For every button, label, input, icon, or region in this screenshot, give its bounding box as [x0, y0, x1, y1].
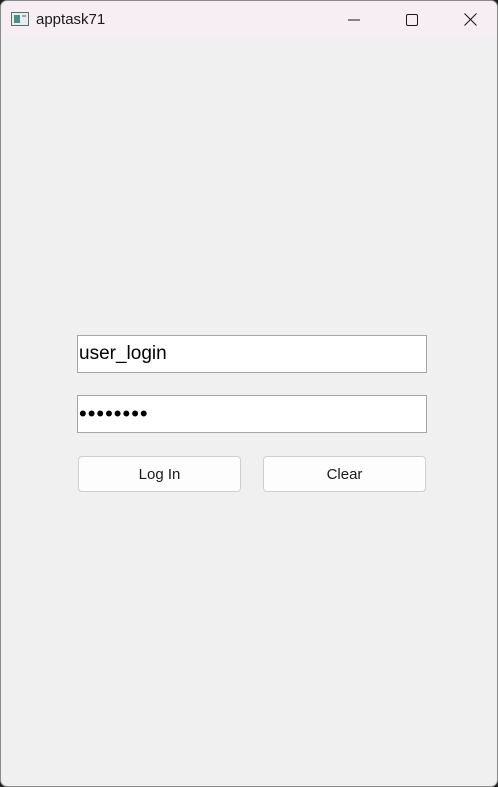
password-field[interactable]	[77, 395, 427, 433]
login-button[interactable]: Log In	[78, 456, 241, 492]
maximize-icon	[406, 13, 418, 26]
app-window-icon	[11, 12, 29, 26]
minimize-icon	[348, 14, 360, 26]
close-icon	[463, 13, 477, 26]
app-window: apptask71 Log In Clear	[0, 0, 498, 787]
clear-button[interactable]: Clear	[263, 456, 426, 492]
maximize-button[interactable]	[383, 1, 441, 38]
minimize-button[interactable]	[325, 1, 383, 38]
password-input[interactable]	[78, 396, 426, 432]
window-title: apptask71	[36, 11, 106, 28]
title-bar[interactable]: apptask71	[1, 1, 497, 38]
username-input[interactable]	[78, 336, 426, 372]
username-field[interactable]	[77, 335, 427, 373]
close-button[interactable]	[441, 1, 497, 38]
